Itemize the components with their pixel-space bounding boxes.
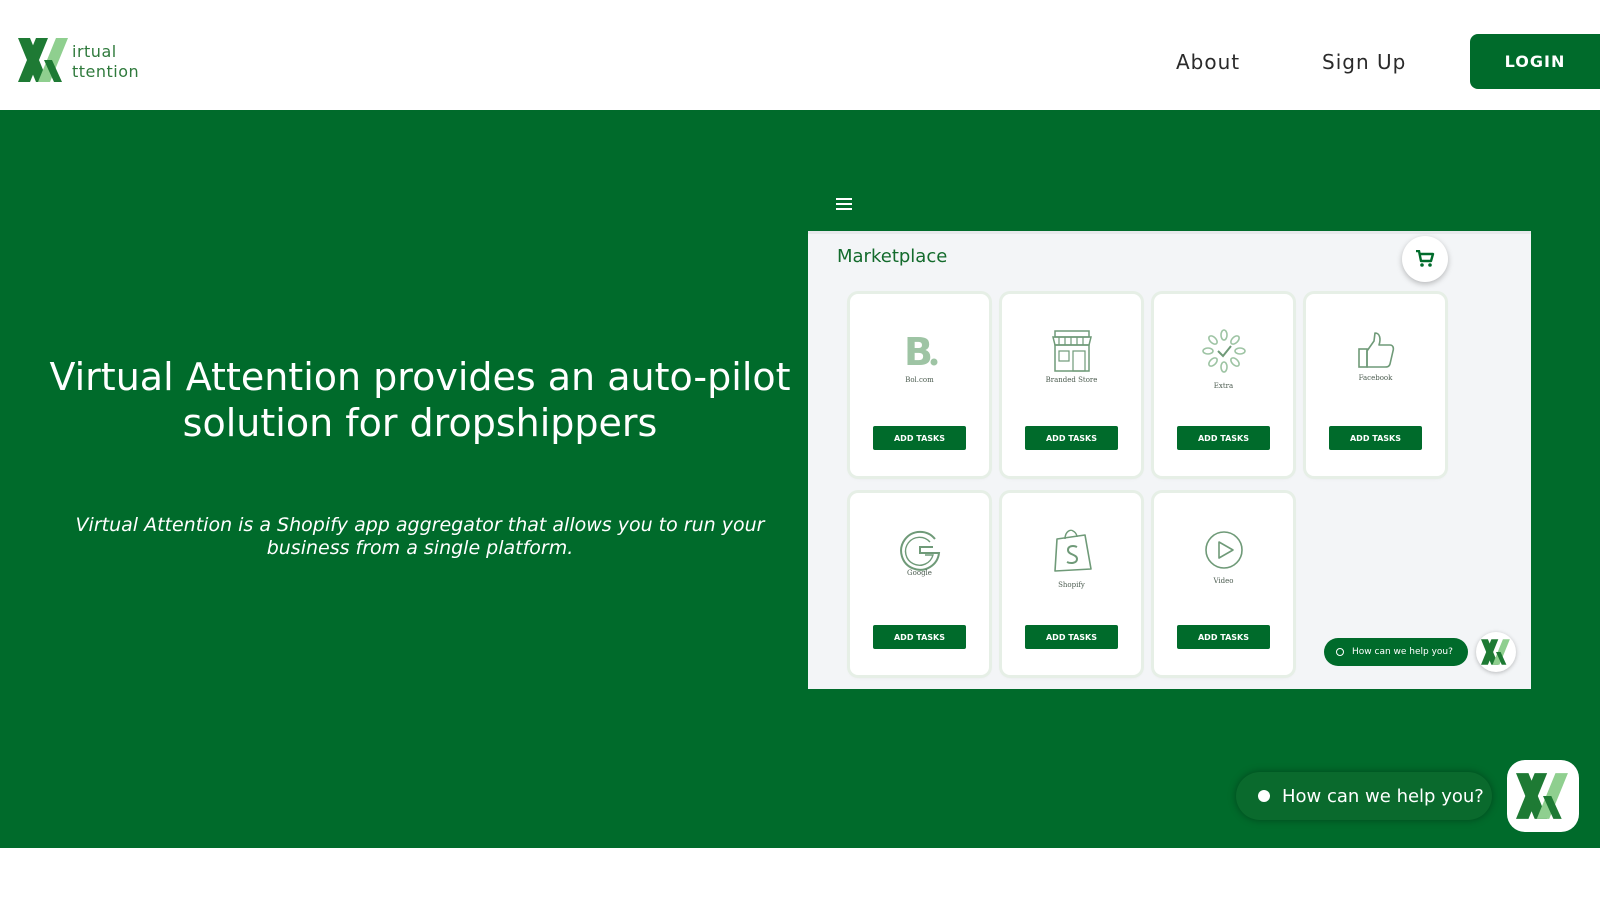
card-label: Video [1213, 577, 1234, 585]
brand-wordmark: irtual ttention [72, 42, 139, 82]
svg-text:B: B [904, 331, 933, 371]
loading-icon [1154, 326, 1293, 376]
thumbs-up-icon [1306, 326, 1445, 376]
cart-button[interactable] [1402, 236, 1448, 282]
marketplace-card-branded-store: Branded Store ADD TASKS [1002, 294, 1141, 476]
hero-subtitle: Virtual Attention is a Shopify app aggre… [75, 514, 765, 559]
brand-logo-icon [1516, 773, 1568, 819]
hero-section: Virtual Attention provides an auto-pilot… [0, 110, 1600, 848]
brand-logo-icon [18, 38, 68, 82]
marketplace-card-extra: Extra ADD TASKS [1154, 294, 1293, 476]
add-tasks-button[interactable]: ADD TASKS [1177, 625, 1270, 649]
marketplace-card-google: Google ADD TASKS [850, 493, 989, 675]
add-tasks-button[interactable]: ADD TASKS [873, 426, 966, 450]
card-label: Facebook [1358, 374, 1393, 382]
card-label: Shopify [1058, 581, 1085, 589]
add-tasks-button[interactable]: ADD TASKS [1329, 426, 1422, 450]
chat-status-icon [1258, 790, 1270, 802]
chat-widget-avatar[interactable] [1507, 760, 1579, 832]
play-icon [1154, 525, 1293, 575]
marketplace-title: Marketplace [837, 246, 948, 267]
nav-about-link[interactable]: About [1176, 50, 1240, 74]
add-tasks-button[interactable]: ADD TASKS [1025, 426, 1118, 450]
brand-logo-icon [1481, 639, 1510, 665]
chat-status-icon [1336, 648, 1344, 656]
google-icon [850, 525, 989, 575]
chat-widget-button[interactable]: How can we help you? [1236, 772, 1492, 820]
card-label: Bol.com [905, 376, 934, 384]
marketplace-card-video: Video ADD TASKS [1154, 493, 1293, 675]
add-tasks-button[interactable]: ADD TASKS [1177, 426, 1270, 450]
hero-title: Virtual Attention provides an auto-pilot… [49, 355, 791, 445]
brand-logo[interactable]: irtual ttention [18, 38, 168, 84]
header: irtual ttention About Sign Up LOGIN [0, 0, 1600, 110]
card-label: Branded Store [1045, 376, 1098, 384]
card-label: Extra [1213, 382, 1234, 390]
add-tasks-button[interactable]: ADD TASKS [873, 625, 966, 649]
marketplace-card-shopify: Shopify ADD TASKS [1002, 493, 1141, 675]
shopify-bag-icon [1002, 525, 1141, 575]
chat-widget-label: How can we help you? [1282, 785, 1484, 807]
brand-wordmark-line2: ttention [72, 62, 140, 81]
hamburger-icon[interactable] [836, 198, 852, 210]
brand-wordmark-line1: irtual [72, 42, 117, 61]
add-tasks-button[interactable]: ADD TASKS [1025, 625, 1118, 649]
mockup-chat-button[interactable]: How can we help you? [1324, 638, 1468, 666]
cart-icon [1416, 250, 1435, 267]
nav-signup-link[interactable]: Sign Up [1322, 50, 1406, 74]
mockup-chat-label: How can we help you? [1352, 647, 1453, 657]
card-label: Google [907, 569, 932, 577]
marketplace-card-facebook: Facebook ADD TASKS [1306, 294, 1445, 476]
login-button[interactable]: LOGIN [1470, 34, 1600, 89]
marketplace-card-bol: B Bol.com ADD TASKS [850, 294, 989, 476]
marketplace-mockup: Marketplace B Bol.com ADD TASKS Branded … [808, 231, 1531, 689]
page: irtual ttention About Sign Up LOGIN Virt… [0, 0, 1600, 900]
store-icon [1002, 326, 1141, 376]
mockup-chat-avatar[interactable] [1476, 632, 1516, 672]
bol-logo-icon: B [850, 326, 989, 376]
